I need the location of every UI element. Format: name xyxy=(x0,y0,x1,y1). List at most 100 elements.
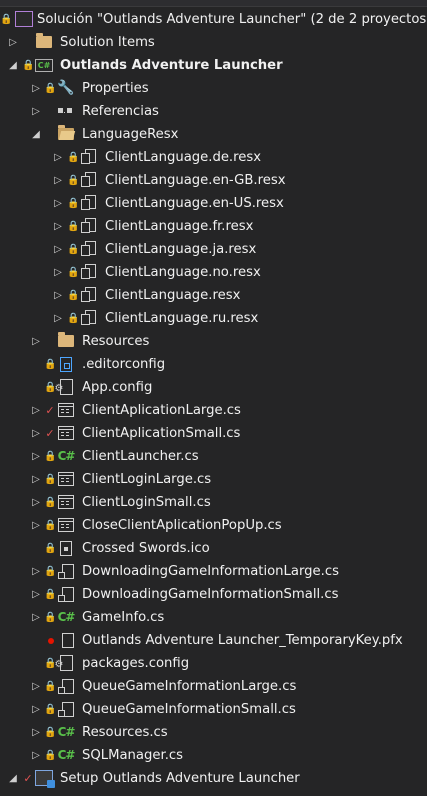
tree-row-client-app-small[interactable]: ▷ ✓ ClientAplicationSmall.cs xyxy=(0,422,427,445)
chevron-right-icon[interactable]: ▷ xyxy=(30,445,42,468)
lock-icon: 🔒 xyxy=(67,267,80,278)
tree-row-queue-small[interactable]: ▷ 🔒 QueueGameInformationSmall.cs xyxy=(0,698,427,721)
resx-file-label: ClientLanguage.en-GB.resx xyxy=(105,173,286,188)
chevron-right-icon[interactable]: ▷ xyxy=(30,491,42,514)
tree-row-resx[interactable]: ▷ 🔒 ClientLanguage.en-GB.resx xyxy=(0,169,427,192)
resources-folder-label: Resources xyxy=(82,334,150,349)
folder-open-icon xyxy=(56,124,76,144)
tree-row-solution[interactable]: 🔒 Solución "Outlands Adventure Launcher"… xyxy=(0,8,427,31)
lock-icon: 🔒 xyxy=(44,359,57,370)
form-file-icon xyxy=(56,423,76,443)
solution-items-label: Solution Items xyxy=(60,35,155,50)
config-file-icon xyxy=(55,377,76,397)
chevron-right-icon[interactable]: ▷ xyxy=(52,307,64,330)
lock-icon: 🔒 xyxy=(44,727,57,738)
chevron-right-icon[interactable]: ▷ xyxy=(30,675,42,698)
solution-icon xyxy=(14,9,34,29)
tree-row-properties[interactable]: ▷ 🔒 🔧 Properties xyxy=(0,77,427,100)
tree-row-resx[interactable]: ▷ 🔒 ClientLanguage.ru.resx xyxy=(0,307,427,330)
resx-file-label: ClientLanguage.de.resx xyxy=(105,150,262,165)
packages-config-label: packages.config xyxy=(82,656,190,671)
lock-icon: 🔒 xyxy=(67,221,80,232)
tree-row-packages-config[interactable]: 🔒 packages.config xyxy=(0,652,427,675)
chevron-right-icon[interactable]: ▷ xyxy=(30,468,42,491)
chevron-right-icon[interactable]: ▷ xyxy=(30,330,42,353)
tree-row-references[interactable]: ▷ Referencias xyxy=(0,100,427,123)
tree-row-client-app-large[interactable]: ▷ ✓ ClientAplicationLarge.cs xyxy=(0,399,427,422)
tree-row-solution-items[interactable]: ▷ Solution Items xyxy=(0,31,427,54)
pending-edit-check-icon: ✓ xyxy=(45,427,55,440)
tree-row-editorconfig[interactable]: 🔒 .editorconfig xyxy=(0,353,427,376)
tree-row-resources-cs[interactable]: ▷ 🔒 C# Resources.cs xyxy=(0,721,427,744)
chevron-down-icon[interactable]: ◢ xyxy=(7,767,19,790)
lock-icon: 🔒 xyxy=(67,290,80,301)
folder-icon xyxy=(34,32,54,52)
chevron-right-icon[interactable]: ▷ xyxy=(30,583,42,606)
tree-row-close-popup[interactable]: ▷ 🔒 CloseClientAplicationPopUp.cs xyxy=(0,514,427,537)
editorconfig-label: .editorconfig xyxy=(82,357,166,372)
tree-row-resx[interactable]: ▷ 🔒 ClientLanguage.fr.resx xyxy=(0,215,427,238)
chevron-right-icon[interactable]: ▷ xyxy=(30,422,42,445)
client-app-large-label: ClientAplicationLarge.cs xyxy=(82,403,241,418)
tree-row-resx[interactable]: ▷ 🔒 ClientLanguage.en-US.resx xyxy=(0,192,427,215)
chevron-right-icon[interactable]: ▷ xyxy=(30,698,42,721)
chevron-right-icon[interactable]: ▷ xyxy=(7,31,19,54)
tree-row-resx[interactable]: ▷ 🔒 ClientLanguage.de.resx xyxy=(0,146,427,169)
downloading-small-label: DownloadingGameInformationSmall.cs xyxy=(82,587,339,602)
key-file-icon xyxy=(58,630,78,650)
lock-icon: 🔒 xyxy=(44,566,57,577)
chevron-right-icon[interactable]: ▷ xyxy=(30,399,42,422)
tree-row-resources-folder[interactable]: ▷ Resources xyxy=(0,330,427,353)
chevron-right-icon[interactable]: ▷ xyxy=(30,560,42,583)
chevron-right-icon[interactable]: ▷ xyxy=(52,238,64,261)
chevron-right-icon[interactable]: ▷ xyxy=(30,744,42,767)
lock-icon: 🔒 xyxy=(44,681,57,692)
chevron-right-icon[interactable]: ▷ xyxy=(30,721,42,744)
tree-row-sqlmanager[interactable]: ▷ 🔒 C# SQLManager.cs xyxy=(0,744,427,767)
lock-icon: 🔒 xyxy=(44,750,57,761)
tree-row-client-login-large[interactable]: ▷ 🔒 ClientLoginLarge.cs xyxy=(0,468,427,491)
tree-row-downloading-large[interactable]: ▷ 🔒 DownloadingGameInformationLarge.cs xyxy=(0,560,427,583)
pending-edit-check-icon: ✓ xyxy=(23,772,33,785)
chevron-down-icon[interactable]: ◢ xyxy=(30,123,42,146)
chevron-right-icon[interactable]: ▷ xyxy=(30,77,42,100)
resx-file-icon xyxy=(79,308,99,328)
chevron-right-icon[interactable]: ▷ xyxy=(52,284,64,307)
chevron-right-icon[interactable]: ▷ xyxy=(30,514,42,537)
setup-project-icon xyxy=(34,768,55,788)
resx-file-icon xyxy=(79,147,99,167)
chevron-right-icon[interactable]: ▷ xyxy=(52,261,64,284)
tree-row-resx[interactable]: ▷ 🔒 ClientLanguage.resx xyxy=(0,284,427,307)
tree-row-resx[interactable]: ▷ 🔒 ClientLanguage.no.resx xyxy=(0,261,427,284)
chevron-right-icon[interactable]: ▷ xyxy=(52,146,64,169)
chevron-right-icon[interactable]: ▷ xyxy=(30,606,42,629)
references-icon xyxy=(56,101,76,121)
tree-row-crossed-swords[interactable]: 🔒 Crossed Swords.ico xyxy=(0,537,427,560)
gameinfo-label: GameInfo.cs xyxy=(82,610,165,625)
resources-cs-label: Resources.cs xyxy=(82,725,168,740)
tree-row-app-config[interactable]: 🔒 App.config xyxy=(0,376,427,399)
tree-row-gameinfo[interactable]: ▷ 🔒 C# GameInfo.cs xyxy=(0,606,427,629)
tree-row-downloading-small[interactable]: ▷ 🔒 DownloadingGameInformationSmall.cs xyxy=(0,583,427,606)
resx-file-icon xyxy=(79,239,99,259)
solution-explorer-tree: 🔒 Solución "Outlands Adventure Launcher"… xyxy=(0,8,427,790)
lock-icon: 🔒 xyxy=(44,474,57,485)
form-file-icon xyxy=(56,515,76,535)
chevron-right-icon[interactable]: ▷ xyxy=(52,192,64,215)
tree-row-setup-project[interactable]: ◢ ✓ Setup Outlands Adventure Launcher xyxy=(0,767,427,790)
tree-row-temporary-key[interactable]: Outlands Adventure Launcher_TemporaryKey… xyxy=(0,629,427,652)
tree-row-client-login-small[interactable]: ▷ 🔒 ClientLoginSmall.cs xyxy=(0,491,427,514)
document-file-icon xyxy=(58,561,78,581)
resx-file-icon xyxy=(79,193,99,213)
chevron-right-icon[interactable]: ▷ xyxy=(52,169,64,192)
client-launcher-label: ClientLauncher.cs xyxy=(82,449,199,464)
tree-row-languageresx[interactable]: ◢ LanguageResx xyxy=(0,123,427,146)
chevron-right-icon[interactable]: ▷ xyxy=(30,100,42,123)
tree-row-project[interactable]: ◢ 🔒 C# Outlands Adventure Launcher xyxy=(0,54,427,77)
tree-row-queue-large[interactable]: ▷ 🔒 QueueGameInformationLarge.cs xyxy=(0,675,427,698)
tree-row-client-launcher[interactable]: ▷ 🔒 C# ClientLauncher.cs xyxy=(0,445,427,468)
sqlmanager-label: SQLManager.cs xyxy=(82,748,184,763)
chevron-right-icon[interactable]: ▷ xyxy=(52,215,64,238)
tree-row-resx[interactable]: ▷ 🔒 ClientLanguage.ja.resx xyxy=(0,238,427,261)
chevron-down-icon[interactable]: ◢ xyxy=(7,54,19,77)
